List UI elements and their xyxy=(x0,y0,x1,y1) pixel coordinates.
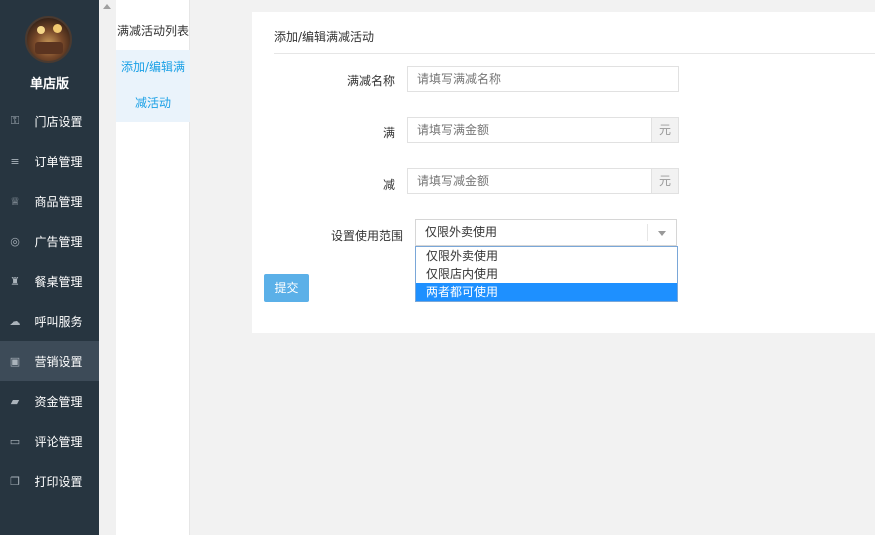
submenu-item-add-edit-activity[interactable]: 添加/编辑满 减活动 xyxy=(116,50,190,122)
store-name: 单店版 xyxy=(29,77,69,92)
full-amount-label: 满 xyxy=(382,126,395,140)
gift-icon: ▣ xyxy=(9,354,21,368)
sidebar-item-label: 资金管理 xyxy=(34,394,83,409)
lifebuoy-icon: ◎ xyxy=(10,234,20,248)
sidebar-item-orders[interactable]: ≡ 订单管理 xyxy=(0,141,99,181)
cloud-icon: ☁ xyxy=(9,314,21,328)
submenu-item-activity-list[interactable]: 满减活动列表 xyxy=(116,22,190,40)
sidebar-item-printing[interactable]: ❐ 打印设置 xyxy=(0,461,99,501)
book-icon: ▰ xyxy=(10,394,20,408)
sidebar-item-call-service[interactable]: ☁ 呼叫服务 xyxy=(0,301,99,341)
sidebar-nav: ⚿ 门店设置 ≡ 订单管理 ♕ 商品管理 ◎ 广告管理 ♜ 餐桌管理 ☁ 呼叫服… xyxy=(0,101,99,501)
list-icon: ≡ xyxy=(10,154,20,168)
reduce-amount-label: 减 xyxy=(382,178,395,192)
sidebar: 单店版 ⚿ 门店设置 ≡ 订单管理 ♕ 商品管理 ◎ 广告管理 ♜ 餐桌管理 ☁… xyxy=(0,0,99,535)
sidebar-item-label: 广告管理 xyxy=(34,234,83,249)
store-avatar xyxy=(25,16,72,63)
copy-icon: ❐ xyxy=(10,474,20,488)
sidebar-item-label: 订单管理 xyxy=(34,154,83,169)
money-icon: ▭ xyxy=(9,434,21,448)
trophy-icon: ♕ xyxy=(10,194,20,208)
scope-select[interactable]: 仅限外卖使用 xyxy=(415,219,677,246)
submenu-item-label-line1: 添加/编辑满 xyxy=(120,60,186,74)
submenu-item-label-line2: 减活动 xyxy=(134,96,171,110)
full-amount-unit: 元 xyxy=(652,117,679,143)
sidebar-item-label: 呼叫服务 xyxy=(34,314,83,329)
title-divider xyxy=(274,53,875,54)
reduce-amount-unit: 元 xyxy=(652,168,679,194)
sidebar-item-label: 门店设置 xyxy=(34,114,83,129)
scope-dropdown: 仅限外卖使用 仅限店内使用 两者都可使用 xyxy=(415,246,678,302)
key-icon: ⚿ xyxy=(10,114,20,127)
page-title: 添加/编辑满减活动 xyxy=(274,30,375,44)
sidebar-item-label: 评论管理 xyxy=(34,434,83,449)
scope-option[interactable]: 仅限外卖使用 xyxy=(416,247,677,265)
scrollbar[interactable] xyxy=(99,0,116,535)
submit-button[interactable]: 提交 xyxy=(264,274,309,302)
reduce-amount-input[interactable] xyxy=(407,168,652,194)
sidebar-item-finance[interactable]: ▰ 资金管理 xyxy=(0,381,99,421)
full-amount-input[interactable] xyxy=(407,117,652,143)
scroll-up-icon[interactable] xyxy=(103,4,111,9)
name-label: 满减名称 xyxy=(346,74,395,88)
sidebar-item-tables[interactable]: ♜ 餐桌管理 xyxy=(0,261,99,301)
name-input[interactable] xyxy=(407,66,679,92)
chevron-down-icon[interactable] xyxy=(658,231,666,236)
select-separator xyxy=(647,224,648,241)
scope-label: 设置使用范围 xyxy=(330,229,403,243)
scope-option-highlighted[interactable]: 两者都可使用 xyxy=(416,283,677,301)
sidebar-item-marketing[interactable]: ▣ 营销设置 xyxy=(0,341,99,381)
sidebar-item-label: 打印设置 xyxy=(34,474,83,489)
scope-selected-value: 仅限外卖使用 xyxy=(425,225,498,239)
sidebar-item-reviews[interactable]: ▭ 评论管理 xyxy=(0,421,99,461)
sidebar-item-store-settings[interactable]: ⚿ 门店设置 xyxy=(0,101,99,141)
sidebar-item-label: 商品管理 xyxy=(34,194,83,209)
sidebar-item-label: 餐桌管理 xyxy=(34,274,83,289)
sidebar-item-ads[interactable]: ◎ 广告管理 xyxy=(0,221,99,261)
binoculars-icon: ♜ xyxy=(10,274,20,288)
sidebar-item-label: 营销设置 xyxy=(34,354,83,369)
scope-option[interactable]: 仅限店内使用 xyxy=(416,265,677,283)
submenu: 满减活动列表 添加/编辑满 减活动 xyxy=(116,0,190,535)
sidebar-item-products[interactable]: ♕ 商品管理 xyxy=(0,181,99,221)
